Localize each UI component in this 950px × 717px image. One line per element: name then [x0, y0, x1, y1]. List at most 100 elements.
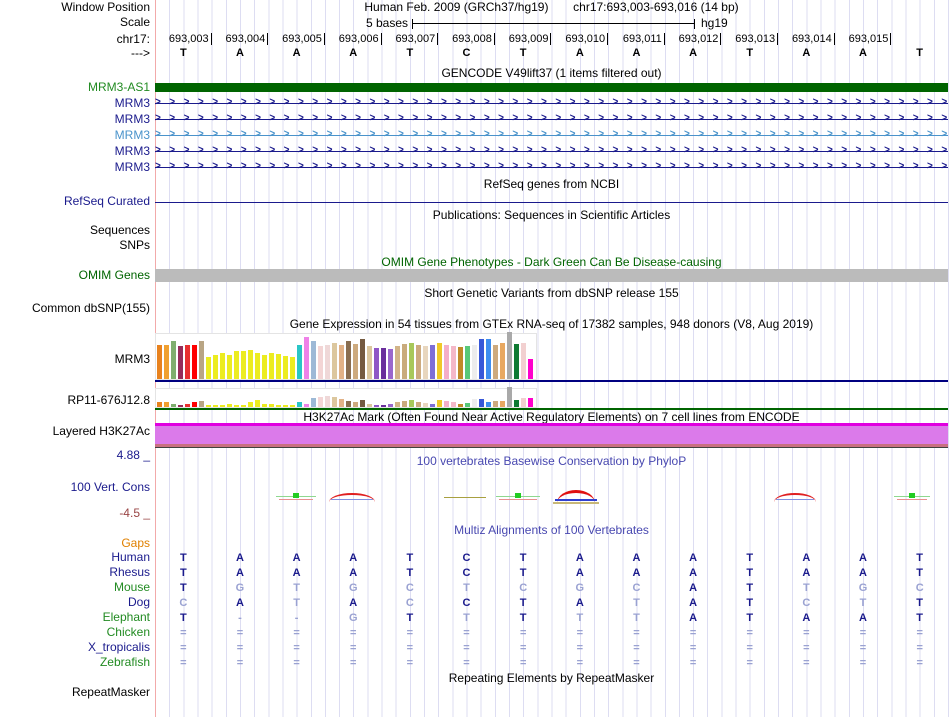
layered-h3k27ac-label[interactable]: Layered H3K27Ac — [0, 425, 150, 438]
rp11-tissue-bar — [311, 398, 316, 407]
dbsnp-track-title[interactable]: Short Genetic Variants from dbSNP releas… — [155, 287, 948, 300]
ruler-tick[interactable]: 693,003 — [155, 33, 212, 47]
gaps-label[interactable]: Gaps — [0, 537, 150, 550]
transcript-row[interactable]: > > > > > > > > > > > > > > > > > > > > > > > > > > > > > > > > > > > > > > > >… — [155, 112, 948, 125]
species-label-dog[interactable]: Dog — [0, 596, 150, 609]
ruler-tick[interactable]: 693,015 — [835, 33, 892, 47]
strand-direction-label[interactable]: ---> — [0, 47, 150, 60]
genome-browser-image: Human Feb. 2009 (GRCh37/hg19) chr17:693,… — [0, 0, 950, 717]
repeatmasker-track-title[interactable]: Repeating Elements by RepeatMasker — [155, 672, 948, 685]
gtex-tissue-bar — [283, 356, 288, 379]
gtex-tissue-bar — [171, 341, 176, 379]
species-label-mouse[interactable]: Mouse — [0, 581, 150, 594]
alignment-base: T — [179, 582, 187, 594]
alignment-base: T — [406, 612, 414, 624]
gtex-tissue-bar — [227, 355, 232, 379]
alignment-base: A — [859, 567, 867, 579]
ruler-tick[interactable]: 693,008 — [438, 33, 495, 47]
refseq-track-title[interactable]: RefSeq genes from NCBI — [155, 178, 948, 191]
alignment-base: A — [349, 597, 358, 609]
sequences-label[interactable]: Sequences — [0, 224, 150, 237]
alignment-base: = — [350, 657, 357, 669]
gtex-tissue-bar — [409, 343, 414, 379]
gtex-tissue-bar — [416, 345, 421, 379]
gtex-expression-chart[interactable] — [155, 332, 537, 380]
species-label-rhesus[interactable]: Rhesus — [0, 566, 150, 579]
ruler-tick[interactable]: 693,007 — [382, 33, 439, 47]
refseq-curated-label[interactable]: RefSeq Curated — [0, 195, 150, 208]
header-row: Human Feb. 2009 (GRCh37/hg19) chr17:693,… — [155, 1, 948, 14]
species-label-human[interactable]: Human — [0, 551, 150, 564]
conservation-track-label[interactable]: 100 Vert. Cons — [0, 481, 150, 494]
species-label-chicken[interactable]: Chicken — [0, 626, 150, 639]
gtex-tissue-bar — [423, 346, 428, 379]
common-dbsnp-label[interactable]: Common dbSNP(155) — [0, 302, 150, 315]
alignment-base: = — [236, 642, 244, 654]
transcript-row[interactable]: > > > > > > > > > > > > > > > > > > > > > > > > > > > > > > > > > > > > > > > >… — [155, 96, 948, 109]
alignment-base: A — [235, 552, 244, 564]
rp11-tissue-bar — [423, 403, 428, 407]
transcript-row[interactable]: > > > > > > > > > > > > > > > > > > > > > > > > > > > > > > > > > > > > > > > >… — [155, 128, 948, 141]
transcript-row[interactable]: > > > > > > > > > > > > > > > > > > > > > > > > > > > > > > > > > > > > > > > >… — [155, 144, 948, 157]
transcript-row[interactable]: > > > > > > > > > > > > > > > > > > > > > > > > > > > > > > > > > > > > > > > >… — [155, 160, 948, 173]
phylop-mark — [894, 490, 930, 504]
alignment-base: G — [348, 612, 358, 624]
refseq-curated-line[interactable] — [155, 202, 948, 203]
rp11-tissue-bar — [472, 399, 477, 407]
alignment-base: A — [349, 567, 358, 579]
gtex-tissue-bar — [360, 339, 365, 379]
repeatmasker-label[interactable]: RepeatMasker — [0, 686, 150, 699]
transcript-label-mrm3[interactable]: MRM3 — [0, 161, 150, 174]
alignment-base: = — [633, 642, 640, 654]
gtex-tissue-bar — [332, 343, 337, 379]
gtex-gene-label[interactable]: MRM3 — [0, 353, 150, 366]
rp11-tissue-bar — [402, 401, 407, 407]
transcript-label-mrm3[interactable]: MRM3 — [0, 145, 150, 158]
snps-label[interactable]: SNPs — [0, 239, 150, 252]
alignment-base: T — [576, 612, 584, 624]
alignment-base: T — [519, 612, 527, 624]
ruler-tick[interactable]: 693,005 — [268, 33, 325, 47]
alignment-base: T — [746, 552, 754, 564]
gencode-track-title[interactable]: GENCODE V49lift37 (1 items filtered out) — [155, 67, 948, 80]
species-label-zebrafish[interactable]: Zebrafish — [0, 656, 150, 669]
ruler-tick[interactable]: 693,009 — [495, 33, 552, 47]
gtex-track-title[interactable]: Gene Expression in 54 tissues from GTEx … — [155, 318, 948, 331]
gene-label-mrm3-as1[interactable]: MRM3-AS1 — [0, 81, 150, 94]
rp11-expression-chart[interactable] — [155, 387, 537, 408]
ruler-tick[interactable]: 693,012 — [665, 33, 722, 47]
omim-track-title[interactable]: OMIM Gene Phenotypes - Dark Green Can Be… — [155, 256, 948, 269]
omim-genes-label[interactable]: OMIM Genes — [0, 269, 150, 282]
transcript-label-mrm3[interactable]: MRM3 — [0, 113, 150, 126]
gtex-tissue-bar — [353, 344, 358, 379]
rp11-tissue-bar — [360, 400, 365, 407]
species-label-x_tropicalis[interactable]: X_tropicalis — [0, 641, 150, 654]
phylop-track-title[interactable]: 100 vertebrates Basewise Conservation by… — [155, 455, 948, 468]
ruler-tick[interactable]: 693,010 — [552, 33, 609, 47]
alignment-base: = — [689, 657, 697, 669]
ruler-tick[interactable]: 693,014 — [778, 33, 835, 47]
rp11-tissue-bar — [283, 405, 288, 407]
gtex-gene2-label[interactable]: RP11-676J12.8 — [0, 394, 151, 407]
h3k27ac-signal-block[interactable] — [155, 426, 948, 444]
alignment-base: = — [689, 627, 697, 639]
alignment-base: C — [462, 567, 471, 579]
rp11-tissue-bar — [409, 400, 414, 407]
alignment-base: - — [238, 612, 242, 624]
transcript-label-mrm3[interactable]: MRM3 — [0, 129, 150, 142]
ruler-tick[interactable]: 693,004 — [212, 33, 269, 47]
gtex-tissue-bar — [311, 341, 316, 379]
scale-value: 5 bases — [365, 16, 408, 30]
ruler-tick[interactable]: 693,011 — [608, 33, 665, 47]
alignment-base: T — [406, 567, 414, 579]
gtex-tissue-bar — [248, 350, 253, 379]
ruler-tick[interactable]: 693,013 — [721, 33, 779, 47]
omim-genes-bar[interactable] — [155, 269, 948, 282]
species-label-elephant[interactable]: Elephant — [0, 611, 150, 624]
ruler-tick[interactable]: 693,006 — [325, 33, 382, 47]
alignment-base: A — [292, 567, 301, 579]
publications-track-title[interactable]: Publications: Sequences in Scientific Ar… — [155, 209, 948, 222]
multiz-track-title[interactable]: Multiz Alignments of 100 Vertebrates — [155, 524, 948, 537]
transcript-label-mrm3[interactable]: MRM3 — [0, 97, 150, 110]
mrm3-as1-gene-bar[interactable] — [155, 83, 948, 92]
